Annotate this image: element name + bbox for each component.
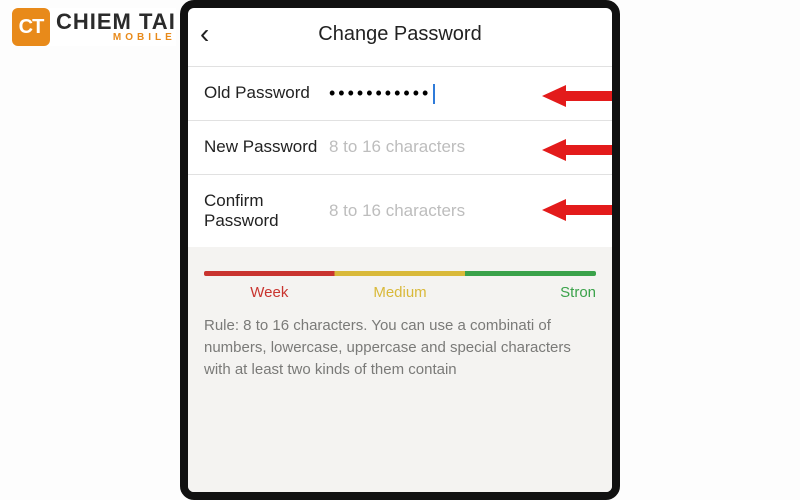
watermark-badge: CT [12,8,50,46]
old-password-label: Old Password [204,83,329,103]
old-password-row: Old Password ••••••••••• [188,66,612,120]
confirm-password-label: Confirm Password [204,191,329,232]
watermark-logo: CT CHIEM TAI MOBILE [12,8,176,46]
header: ‹ Change Password [188,8,612,66]
strength-weak-label: Week [204,284,335,301]
watermark-sub: MOBILE [113,33,176,43]
password-rule-text: Rule: 8 to 16 characters. You can use a … [204,315,596,380]
page-title: Change Password [200,23,600,46]
phone-frame: ‹ Change Password Old Password •••••••••… [180,0,620,500]
confirm-password-row: Confirm Password 8 to 16 characters [188,174,612,248]
new-password-label: New Password [204,137,329,157]
new-password-row: New Password 8 to 16 characters [188,120,612,173]
strength-labels: Week Medium Stron [204,284,596,301]
annotation-arrow-icon [542,197,620,223]
annotation-arrow-icon [542,83,620,109]
strength-strong-label: Stron [465,284,596,301]
watermark-brand: CHIEM TAI [56,11,176,33]
strength-meter [204,271,596,276]
text-caret [433,84,435,104]
annotation-arrow-icon [542,137,620,163]
strength-section: Week Medium Stron Rule: 8 to 16 characte… [188,247,612,500]
strength-medium-label: Medium [335,284,466,301]
